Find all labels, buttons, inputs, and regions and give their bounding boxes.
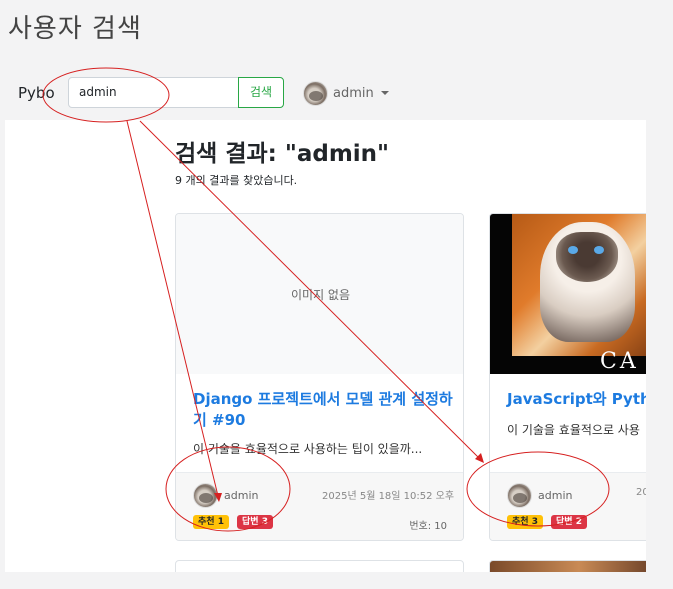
cat-eye <box>594 246 604 254</box>
chevron-down-icon <box>380 91 389 95</box>
recommend-badge: 추천 3 <box>507 515 543 529</box>
author-name: admin <box>538 489 573 502</box>
answer-badge: 답변 3 <box>237 515 273 529</box>
no-image-label: 이미지 없음 <box>290 288 350 302</box>
result-card[interactable] <box>175 560 464 572</box>
card-body: JavaScript와 Python 이 기술을 효율적으로 사용 <box>490 374 646 472</box>
card-description: 이 기술을 효율적으로 사용하는 팁이 있을까... <box>193 442 423 456</box>
result-card[interactable] <box>489 560 646 572</box>
search-input[interactable]: admin <box>68 77 239 108</box>
cat-face <box>556 232 618 282</box>
image-caption-text: CA <box>600 349 639 374</box>
post-number: 번호: 10 <box>409 521 447 532</box>
answer-badge: 답변 2 <box>551 515 587 529</box>
result-card[interactable]: CA JavaScript와 Python 이 기술을 효율적으로 사용 adm… <box>489 213 646 541</box>
results-count: 9 개의 결과를 찾았습니다. <box>175 174 298 187</box>
avatar <box>303 80 328 106</box>
author-avatar <box>507 483 532 508</box>
card-footer: admin 2025년 5월 18일 10:52 오후 추천 1 답변 3 번호… <box>176 472 463 540</box>
page-heading: 사용자 검색 <box>8 14 142 44</box>
author-avatar <box>193 483 218 508</box>
card-image-placeholder: 이미지 없음 <box>176 214 463 374</box>
author-name: admin <box>224 489 259 502</box>
search-button[interactable]: 검색 <box>238 77 284 108</box>
brand-link[interactable]: Pybo <box>18 84 55 102</box>
user-name: admin <box>333 85 374 101</box>
card-description: 이 기술을 효율적으로 사용 <box>507 423 640 437</box>
main-content: 검색 결과: "admin" 9 개의 결과를 찾았습니다. 이미지 없음 Dj… <box>5 120 646 572</box>
post-date: 2025년 5월 18일 10:52 오후 <box>322 491 455 502</box>
results-title: 검색 결과: "admin" <box>175 141 390 167</box>
result-card[interactable]: 이미지 없음 Django 프로젝트에서 모델 관계 설정하기 #90 이 기술… <box>175 213 464 541</box>
post-date: 20 <box>636 487 646 498</box>
card-image: CA <box>490 214 646 374</box>
navbar: Pybo admin 검색 admin <box>0 70 673 116</box>
cat-eye <box>568 246 578 254</box>
recommend-badge: 추천 1 <box>193 515 229 529</box>
card-body: Django 프로젝트에서 모델 관계 설정하기 #90 이 기술을 효율적으로… <box>176 374 463 472</box>
card-title-link[interactable]: Django 프로젝트에서 모델 관계 설정하기 #90 <box>193 389 453 431</box>
card-title-link[interactable]: JavaScript와 Python <box>507 389 646 410</box>
card-footer: admin 20 추천 3 답변 2 <box>490 472 646 540</box>
user-menu-dropdown[interactable]: admin <box>303 80 389 106</box>
